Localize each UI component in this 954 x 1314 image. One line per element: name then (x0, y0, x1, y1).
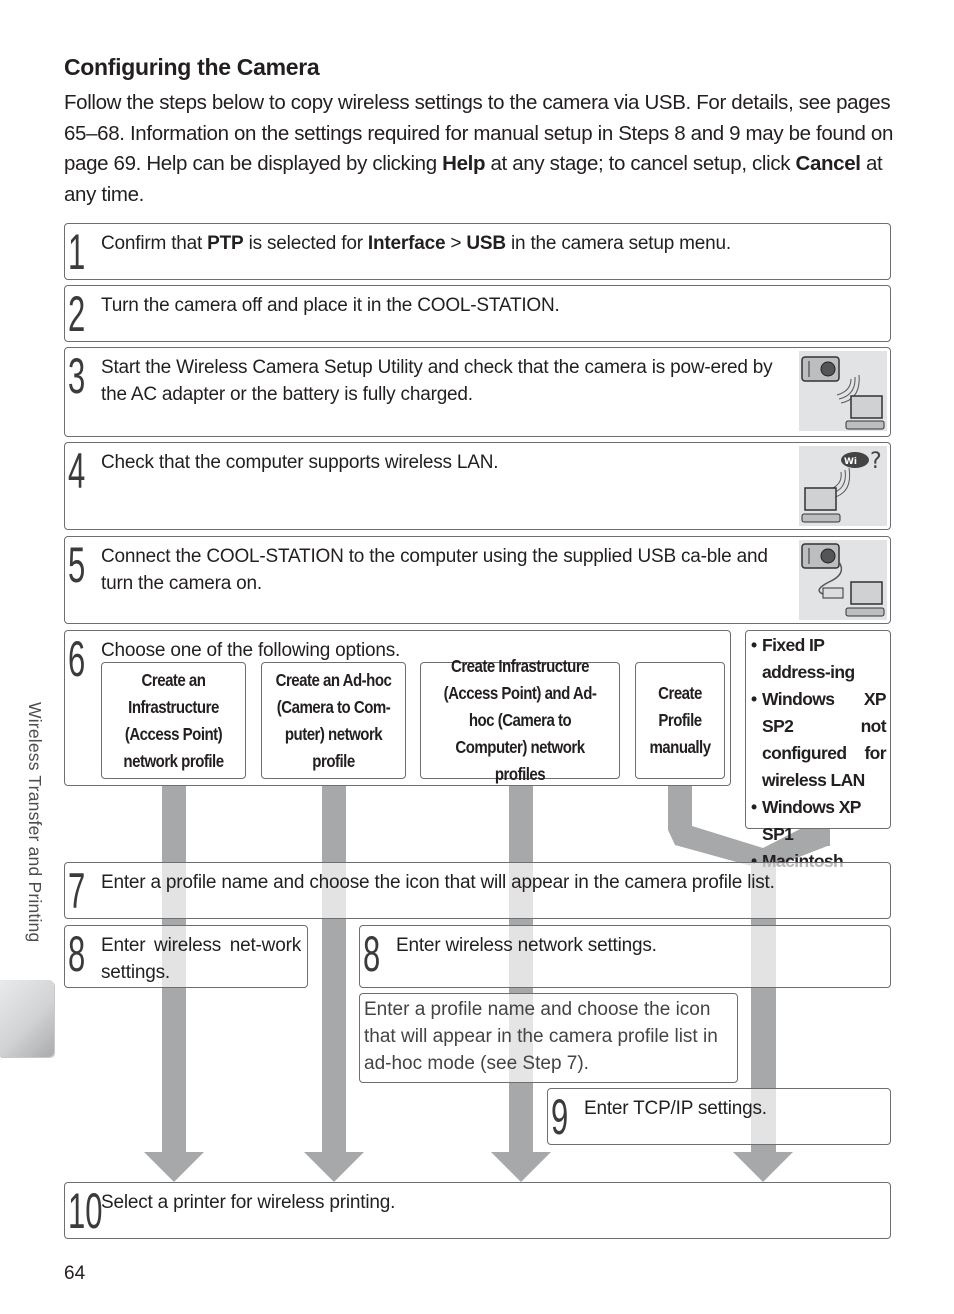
step-8-adhoc-box: 8 Enter wireless network settings. (359, 925, 891, 988)
option-infrastructure-and-adhoc-profiles[interactable]: Create Infrastructure (Access Point) and… (420, 656, 620, 784)
step-text: Confirm that PTP is selected for Interfa… (101, 233, 731, 254)
step-text: Turn the camera off and place it in the … (101, 295, 560, 316)
flow-arrow-shaft (322, 778, 346, 1152)
step-number: 7 (68, 863, 86, 919)
page-heading: Configuring the Camera (64, 54, 320, 80)
svg-text:?: ? (870, 449, 882, 474)
flow-arrowhead (733, 1152, 793, 1182)
step-8-infrastructure-box: 8 Enter wireless net-work settings. (64, 925, 308, 988)
condition-item: Windows XP SP2 not configured for wirele… (750, 686, 887, 794)
step-number: 8 (68, 926, 86, 982)
step-number: 2 (68, 286, 86, 342)
wifi-question-computer-icon: Wi ? (799, 446, 887, 526)
step-text: Select a printer for wireless printing. (101, 1192, 396, 1213)
step-number: 8 (363, 926, 381, 982)
step-text: Start the Wireless Camera Setup Utility … (101, 357, 773, 405)
cancel-keyword: Cancel (795, 152, 861, 175)
help-keyword: Help (442, 152, 486, 175)
step-text: Enter wireless net-work settings. (101, 935, 301, 983)
section-side-label: Wireless Transfer and Printing (25, 702, 45, 943)
step-number: 1 (68, 224, 86, 280)
condition-item: Windows XP SP1 (750, 794, 886, 848)
flow-arrowhead (491, 1152, 551, 1182)
adhoc-profile-note: Enter a profile name and choose the icon… (359, 993, 738, 1083)
manual-conditions-note: Fixed IP address-ing Windows XP SP2 not … (745, 630, 891, 875)
step-10-box: 10 Select a printer for wireless printin… (64, 1182, 891, 1239)
step-3-box: 3 Start the Wireless Camera Setup Utilit… (64, 347, 891, 437)
camera-wireless-computer-icon (799, 351, 887, 431)
option-adhoc-profile[interactable]: Create an Ad-hoc (Camera to Com-puter) n… (261, 662, 406, 779)
camera-usb-computer-icon (799, 540, 887, 620)
step-5-box: 5 Connect the COOL-STATION to the comput… (64, 536, 891, 624)
step-number: 10 (68, 1183, 103, 1239)
intro-paragraph: Follow the steps below to copy wireless … (64, 91, 894, 206)
step-4-box: 4 Check that the computer supports wirel… (64, 442, 891, 530)
step-2-box: 2 Turn the camera off and place it in th… (64, 285, 891, 342)
step-text: Enter a profile name and choose the icon… (101, 872, 775, 893)
step-number: 6 (68, 631, 86, 687)
flow-arrowhead (304, 1152, 364, 1182)
step-text: Choose one of the following options. (101, 640, 401, 661)
option-create-profile-manually[interactable]: Create Profile manually (635, 662, 725, 779)
step-text: Check that the computer supports wireles… (101, 452, 499, 473)
step-number: 4 (68, 443, 86, 499)
section-thumb-tab (0, 980, 54, 1057)
flow-arrowhead (144, 1152, 204, 1182)
step-text: Enter wireless network settings. (396, 935, 657, 956)
step-1-box: 1 Confirm that PTP is selected for Inter… (64, 223, 891, 280)
step-text: Connect the COOL-STATION to the computer… (101, 546, 768, 594)
step-number: 3 (68, 348, 86, 404)
step-7-box: 7 Enter a profile name and choose the ic… (64, 862, 891, 919)
page-number: 64 (64, 1263, 86, 1284)
step-number: 5 (68, 537, 86, 593)
step-9-box: 9 Enter TCP/IP settings. (547, 1088, 891, 1145)
step-number: 9 (551, 1089, 569, 1145)
condition-item: Fixed IP address-ing (750, 632, 886, 686)
step-text: Enter TCP/IP settings. (584, 1098, 767, 1119)
svg-text:Wi: Wi (844, 457, 857, 467)
option-infrastructure-profile[interactable]: Create an Infrastructure (Access Point) … (101, 662, 246, 779)
